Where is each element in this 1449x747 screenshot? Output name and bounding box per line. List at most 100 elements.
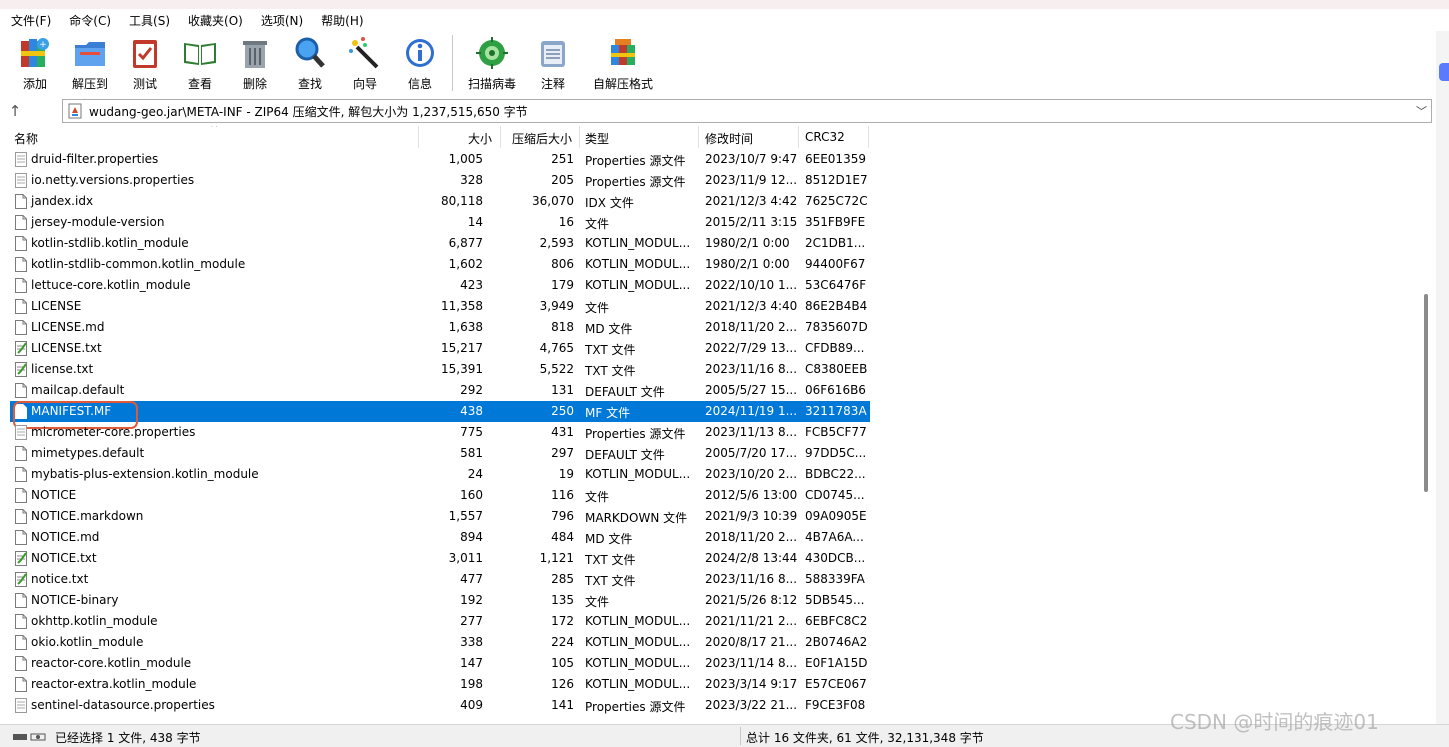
table-row[interactable]: micrometer-core.properties 775 431 Properti… xyxy=(10,422,870,443)
table-row[interactable]: reactor-core.kotlin_module 147 105 KOTLIN_M… xyxy=(10,653,870,674)
column-divider[interactable] xyxy=(500,126,501,148)
type-cell: IDX 文件 xyxy=(585,196,634,210)
column-crc[interactable]: CRC32 xyxy=(805,130,845,144)
notepad-icon xyxy=(541,41,565,67)
table-row[interactable]: lettuce-core.kotlin_module 423 179 KOTLIN_M… xyxy=(10,275,870,296)
packed-size-cell: 126 xyxy=(551,677,574,691)
size-cell: 24 xyxy=(467,467,483,481)
table-row[interactable]: druid-filter.properties 1,005 251 Propertie… xyxy=(10,149,870,170)
find-button[interactable]: 查找 xyxy=(283,31,337,94)
crc-cell: E57CE067 xyxy=(805,677,867,691)
column-divider[interactable] xyxy=(798,126,799,148)
column-type[interactable]: 类型 xyxy=(585,130,609,147)
file-icon xyxy=(15,614,27,629)
table-row[interactable]: NOTICE.txt 3,011 1,121 TXT 文件 2024/2/8 13:44… xyxy=(10,548,870,569)
file-list: ^ 名称 大小 压缩后大小 类型 修改时间 CRC32 druid-filter… xyxy=(10,126,1420,724)
table-row[interactable]: sentinel-datasource.properties 409 141 Prop… xyxy=(10,695,870,716)
address-field[interactable]: wudang-geo.jar\META-INF - ZIP64 压缩文件, 解包… xyxy=(62,99,1432,123)
menu-options[interactable]: 选项(N) xyxy=(258,12,306,29)
crc-cell: 2B0746A2 xyxy=(805,635,868,649)
crc-cell: E0F1A15D xyxy=(805,656,868,670)
sfx-label: 自解压格式 xyxy=(592,77,653,91)
column-packed[interactable]: 压缩后大小 xyxy=(512,130,572,147)
assistant-tab-icon[interactable] xyxy=(1439,63,1449,81)
file-name-cell: NOTICE.md xyxy=(31,530,100,544)
wizard-button[interactable]: 向导 xyxy=(338,31,392,94)
column-name[interactable]: 名称 xyxy=(14,130,38,147)
table-row[interactable]: kotlin-stdlib.kotlin_module 6,877 2,593 KOT… xyxy=(10,233,870,254)
file-rows: druid-filter.properties 1,005 251 Propertie… xyxy=(10,149,870,716)
table-row[interactable]: license.txt 15,391 5,522 TXT 文件 2023/11/16 8… xyxy=(10,359,870,380)
comment-button[interactable]: 注释 xyxy=(526,31,580,94)
table-row[interactable]: MANIFEST.MF 438 250 MF 文件 2024/11/19 1... 321… xyxy=(10,401,870,429)
chevron-down-icon[interactable]: ﹀ xyxy=(1416,103,1427,119)
table-row[interactable]: okio.kotlin_module 338 224 KOTLIN_MODUL... 2… xyxy=(10,632,870,653)
add-button[interactable]: + 添加 xyxy=(8,31,62,94)
table-row[interactable]: NOTICE-binary 192 135 文件 2021/5/26 8:12 5DB54… xyxy=(10,590,870,611)
size-cell: 894 xyxy=(460,530,483,544)
crc-cell: 7835607D xyxy=(805,320,868,334)
test-button[interactable]: 测试 xyxy=(118,31,172,94)
modified-cell: 2024/11/19 1... xyxy=(705,404,798,418)
file-icon xyxy=(15,278,27,293)
table-row[interactable]: LICENSE 11,358 3,949 文件 2021/12/3 4:40 86E2B4… xyxy=(10,296,870,317)
menu-commands[interactable]: 命令(C) xyxy=(66,12,114,29)
column-divider[interactable] xyxy=(868,126,869,148)
table-row[interactable]: NOTICE.md 894 484 MD 文件 2018/11/20 2... 4B7A6… xyxy=(10,527,870,548)
file-icon xyxy=(15,194,27,209)
packed-size-cell: 3,949 xyxy=(539,299,574,313)
column-header: ^ 名称 大小 压缩后大小 类型 修改时间 CRC32 xyxy=(10,126,870,148)
column-divider[interactable] xyxy=(698,126,699,148)
table-row[interactable]: LICENSE.txt 15,217 4,765 TXT 文件 2022/7/29 13… xyxy=(10,338,870,359)
table-row[interactable]: NOTICE 160 116 文件 2012/5/6 13:00 CD0745... xyxy=(10,485,870,506)
menu-file[interactable]: 文件(F) xyxy=(8,12,54,29)
up-arrow-icon[interactable]: ↑ xyxy=(0,102,30,120)
column-divider[interactable] xyxy=(579,126,580,148)
vertical-scrollbar[interactable] xyxy=(1420,126,1434,724)
table-row[interactable]: mailcap.default 292 131 DEFAULT 文件 2005/5/27… xyxy=(10,380,870,401)
archive-file-icon xyxy=(68,103,82,119)
file-icon xyxy=(15,467,27,482)
scan-virus-button[interactable]: 扫描病毒 xyxy=(459,31,525,94)
modified-cell: 2015/2/11 3:15 xyxy=(705,215,798,229)
view-button[interactable]: 查看 xyxy=(173,31,227,94)
type-cell: 文件 xyxy=(585,217,610,231)
size-cell: 160 xyxy=(460,488,483,502)
menu-favorites[interactable]: 收藏夹(O) xyxy=(185,12,246,29)
scrollbar-thumb[interactable] xyxy=(1424,294,1428,492)
table-row[interactable]: io.netty.versions.properties 328 205 Proper… xyxy=(10,170,870,191)
size-cell: 775 xyxy=(460,425,483,439)
table-row[interactable]: NOTICE.markdown 1,557 796 MARKDOWN 文件 2021/9… xyxy=(10,506,870,527)
table-row[interactable]: notice.txt 477 285 TXT 文件 2023/11/16 8... 588… xyxy=(10,569,870,590)
packed-size-cell: 224 xyxy=(551,635,574,649)
magic-wand-icon xyxy=(349,37,379,69)
size-cell: 6,877 xyxy=(448,236,483,250)
title-bar xyxy=(0,0,1449,9)
table-row[interactable]: mybatis-plus-extension.kotlin_module 24 19… xyxy=(10,464,870,485)
table-row[interactable]: kotlin-stdlib-common.kotlin_module 1,602 8… xyxy=(10,254,870,275)
virus-scan-icon xyxy=(476,37,508,69)
menu-tools[interactable]: 工具(S) xyxy=(126,12,173,29)
table-row[interactable]: reactor-extra.kotlin_module 198 126 KOTLIN_… xyxy=(10,674,870,695)
menu-help[interactable]: 帮助(H) xyxy=(318,12,366,29)
packed-size-cell: 141 xyxy=(551,698,574,712)
info-button[interactable]: 信息 xyxy=(393,31,447,94)
column-modified[interactable]: 修改时间 xyxy=(705,130,753,147)
type-cell: TXT 文件 xyxy=(585,574,636,588)
packed-size-cell: 36,070 xyxy=(532,194,574,208)
delete-button[interactable]: 删除 xyxy=(228,31,282,94)
table-row[interactable]: jandex.idx 80,118 36,070 IDX 文件 2021/12/3 4:… xyxy=(10,191,870,212)
file-icon xyxy=(15,488,27,503)
table-row[interactable]: mimetypes.default 581 297 DEFAULT 文件 2005/7/… xyxy=(10,443,870,464)
column-size[interactable]: 大小 xyxy=(468,130,492,147)
file-name-cell: druid-filter.properties xyxy=(31,152,159,166)
file-name-cell: sentinel-datasource.properties xyxy=(31,698,215,712)
packed-size-cell: 205 xyxy=(551,173,574,187)
table-row[interactable]: LICENSE.md 1,638 818 MD 文件 2018/11/20 2... 78… xyxy=(10,317,870,338)
table-row[interactable]: okhttp.kotlin_module 277 172 KOTLIN_MODUL..… xyxy=(10,611,870,632)
table-row[interactable]: jersey-module-version 14 16 文件 2015/2/11 3:1… xyxy=(10,212,870,233)
packed-size-cell: 19 xyxy=(558,467,574,481)
extract-button[interactable]: 解压到 xyxy=(63,31,117,94)
sfx-button[interactable]: 自解压格式 xyxy=(581,31,665,94)
column-divider[interactable] xyxy=(418,126,419,148)
